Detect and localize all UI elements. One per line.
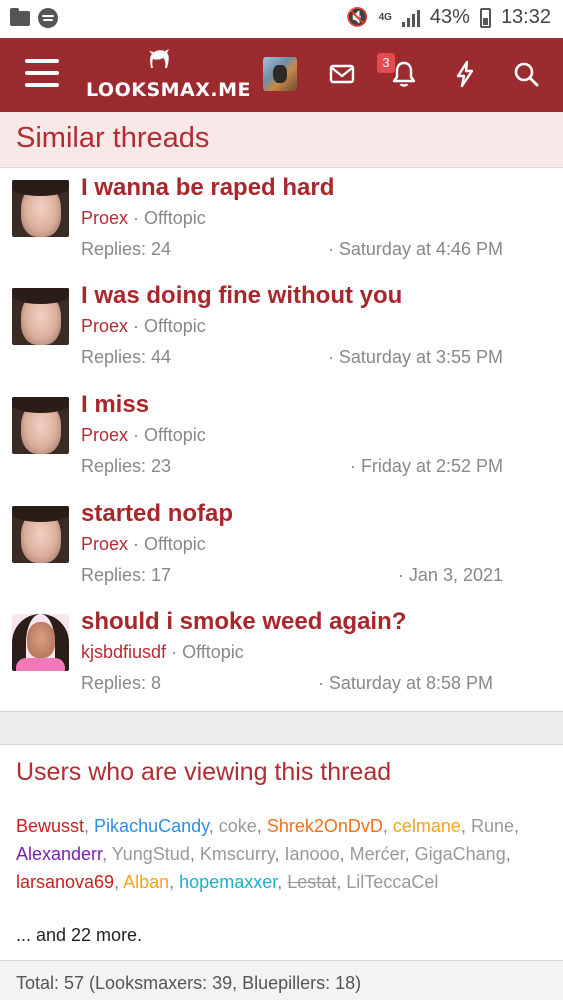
user-link[interactable]: Alexanderr bbox=[16, 844, 102, 864]
folder-icon bbox=[10, 7, 30, 26]
status-right: 🔇 4G 43% 13:32 bbox=[346, 6, 551, 29]
user-link[interactable]: Rune bbox=[471, 816, 514, 836]
user-link[interactable]: LilTeccaCel bbox=[346, 872, 438, 892]
thread-row[interactable]: should i smoke weed again? kjsbdfiusdf ·… bbox=[0, 604, 563, 712]
bolt-icon[interactable] bbox=[449, 58, 481, 90]
thread-author[interactable]: Proex bbox=[81, 534, 128, 554]
separator: · bbox=[133, 316, 145, 336]
clock: 13:32 bbox=[500, 6, 551, 28]
thread-author[interactable]: Proex bbox=[81, 316, 128, 336]
thread-title[interactable]: started nofap bbox=[81, 500, 233, 528]
mute-icon: 🔇 bbox=[346, 7, 369, 27]
thread-date-text: Saturday at 3:55 PM bbox=[338, 347, 503, 367]
battery-icon bbox=[479, 7, 491, 28]
thread-date-text: Jan 3, 2021 bbox=[408, 565, 503, 585]
battery-percent: 43% bbox=[429, 6, 470, 28]
separator: · bbox=[171, 642, 183, 662]
thread-forum[interactable]: Offtopic bbox=[144, 534, 206, 554]
status-left bbox=[10, 7, 58, 28]
site-header: LOOKSMAX.ME bbox=[0, 38, 563, 112]
thread-author[interactable]: kjsbdfiusdf bbox=[81, 642, 166, 662]
thread-date: · Saturday at 4:46 PM bbox=[327, 239, 503, 259]
thread-replies: Replies: 17 bbox=[81, 565, 172, 585]
author-avatar[interactable] bbox=[12, 614, 69, 671]
author-avatar[interactable] bbox=[12, 506, 69, 563]
user-link[interactable]: Ianooo bbox=[285, 844, 340, 864]
section-title: Similar threads bbox=[16, 122, 210, 154]
site-logo[interactable]: LOOKSMAX.ME bbox=[86, 48, 252, 104]
thread-date: · Saturday at 3:55 PM bbox=[327, 347, 503, 367]
thread-meta: kjsbdfiusdf · Offtopic bbox=[81, 642, 244, 663]
thread-row[interactable]: I was doing fine without you Proex · Off… bbox=[0, 278, 563, 386]
thread-replies: Replies: 23 bbox=[81, 456, 172, 476]
user-link[interactable]: hopemaxxer bbox=[179, 872, 277, 892]
separator: · bbox=[133, 208, 145, 228]
thread-title[interactable]: I was doing fine without you bbox=[81, 282, 402, 310]
signal-icon bbox=[401, 9, 420, 27]
user-link[interactable]: Alban bbox=[123, 872, 169, 892]
user-link[interactable]: YungStud bbox=[112, 844, 190, 864]
thread-row[interactable]: I wanna be raped hard Proex · Offtopic R… bbox=[0, 170, 563, 278]
thread-forum[interactable]: Offtopic bbox=[144, 425, 206, 445]
status-bar: 🔇 4G 43% 13:32 bbox=[0, 0, 563, 38]
similar-threads-header: Similar threads bbox=[0, 112, 563, 168]
thread-date-text: Saturday at 8:58 PM bbox=[328, 673, 493, 693]
viewing-user-list: Bewusst, PikachuCandy, coke, Shrek2OnDvD… bbox=[16, 816, 520, 892]
thread-forum[interactable]: Offtopic bbox=[144, 208, 206, 228]
network-type: 4G bbox=[378, 11, 392, 23]
user-link[interactable]: larsanova69 bbox=[16, 872, 114, 892]
user-link[interactable]: GigaChang bbox=[415, 844, 506, 864]
thread-date-text: Friday at 2:52 PM bbox=[360, 456, 503, 476]
thread-title[interactable]: I miss bbox=[81, 391, 149, 419]
author-avatar[interactable] bbox=[12, 180, 69, 237]
thread-replies: Replies: 44 bbox=[81, 347, 172, 367]
envelope-icon[interactable] bbox=[326, 58, 358, 90]
thread-row[interactable]: I miss Proex · Offtopic Replies: 23 · Fr… bbox=[0, 387, 563, 495]
thread-meta: Proex · Offtopic bbox=[81, 316, 206, 337]
thread-row[interactable]: started nofap Proex · Offtopic Replies: … bbox=[0, 496, 563, 604]
logo-text: LOOKSMAX.ME bbox=[86, 79, 252, 101]
author-avatar[interactable] bbox=[12, 288, 69, 345]
thread-date: · Friday at 2:52 PM bbox=[349, 456, 503, 476]
thread-meta: Proex · Offtopic bbox=[81, 425, 206, 446]
user-link[interactable]: Kmscurry bbox=[200, 844, 275, 864]
section-divider bbox=[0, 711, 563, 745]
user-link[interactable]: celmane bbox=[393, 816, 461, 836]
thread-author[interactable]: Proex bbox=[81, 208, 128, 228]
user-avatar[interactable] bbox=[263, 57, 297, 91]
thread-author[interactable]: Proex bbox=[81, 425, 128, 445]
total-footer: Total: 57 (Looksmaxers: 39, Bluepillers:… bbox=[0, 960, 563, 1000]
alerts-badge[interactable]: 3 bbox=[377, 53, 395, 73]
separator: · bbox=[133, 425, 145, 445]
thread-meta: Proex · Offtopic bbox=[81, 534, 206, 555]
user-link[interactable]: Bewusst bbox=[16, 816, 84, 836]
spotify-icon bbox=[38, 8, 58, 28]
thread-title[interactable]: should i smoke weed again? bbox=[81, 608, 406, 636]
thread-title[interactable]: I wanna be raped hard bbox=[81, 174, 334, 202]
user-link[interactable]: coke bbox=[219, 816, 257, 836]
hamburger-icon[interactable] bbox=[25, 59, 59, 89]
thread-replies: Replies: 24 bbox=[81, 239, 172, 259]
looksmax-logo-icon bbox=[149, 49, 169, 68]
user-link-banned[interactable]: Lestat bbox=[287, 872, 336, 892]
thread-replies: Replies: 8 bbox=[81, 673, 162, 693]
thread-date: · Saturday at 8:58 PM bbox=[317, 673, 493, 693]
thread-forum[interactable]: Offtopic bbox=[144, 316, 206, 336]
viewing-heading: Users who are viewing this thread bbox=[16, 758, 392, 786]
separator: · bbox=[133, 534, 145, 554]
thread-date-text: Saturday at 4:46 PM bbox=[338, 239, 503, 259]
thread-meta: Proex · Offtopic bbox=[81, 208, 206, 229]
user-link[interactable]: Merćer bbox=[350, 844, 405, 864]
user-link[interactable]: Shrek2OnDvD bbox=[267, 816, 383, 836]
thread-date: · Jan 3, 2021 bbox=[397, 565, 503, 585]
search-icon[interactable] bbox=[510, 58, 542, 90]
total-count: Total: 57 (Looksmaxers: 39, Bluepillers:… bbox=[16, 973, 362, 993]
more-users: ... and 22 more. bbox=[16, 925, 143, 945]
thread-forum[interactable]: Offtopic bbox=[182, 642, 244, 662]
user-link[interactable]: PikachuCandy bbox=[94, 816, 209, 836]
author-avatar[interactable] bbox=[12, 397, 69, 454]
